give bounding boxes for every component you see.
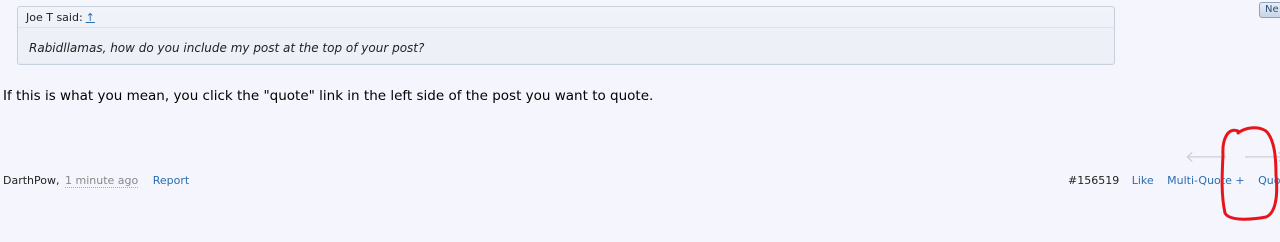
quote-author-said: Joe T said: [26,11,83,24]
post-number[interactable]: #156519 [1068,174,1119,187]
report-link[interactable]: Report [153,174,189,187]
red-circle-annotation [1220,126,1279,221]
like-link[interactable]: Like [1132,174,1154,187]
quote-attribution: Joe T said: ↑ [26,11,95,24]
post-footer-meta: DarthPow, 1 minute ago Report [3,174,189,188]
new-button[interactable]: Ne [1259,2,1280,18]
quote-text: Rabidllamas, how do you include my post … [18,27,1114,63]
post-time[interactable]: 1 minute ago [64,174,139,188]
quoted-post: Joe T said: ↑ Rabidllamas, how do you inc… [17,6,1115,65]
jump-to-quote-icon[interactable]: ↑ [86,11,95,24]
post-author[interactable]: DarthPow, [3,174,59,187]
post-message: If this is what you mean, you click the … [3,88,654,104]
